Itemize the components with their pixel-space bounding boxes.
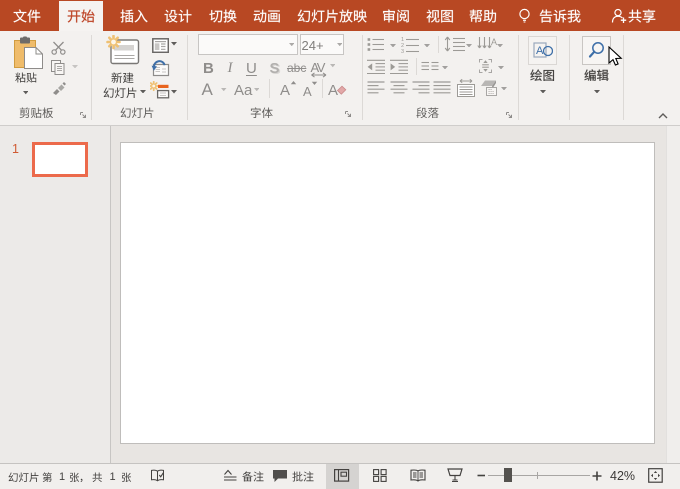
svg-text:A: A xyxy=(536,45,544,57)
svg-text:3: 3 xyxy=(401,49,404,53)
